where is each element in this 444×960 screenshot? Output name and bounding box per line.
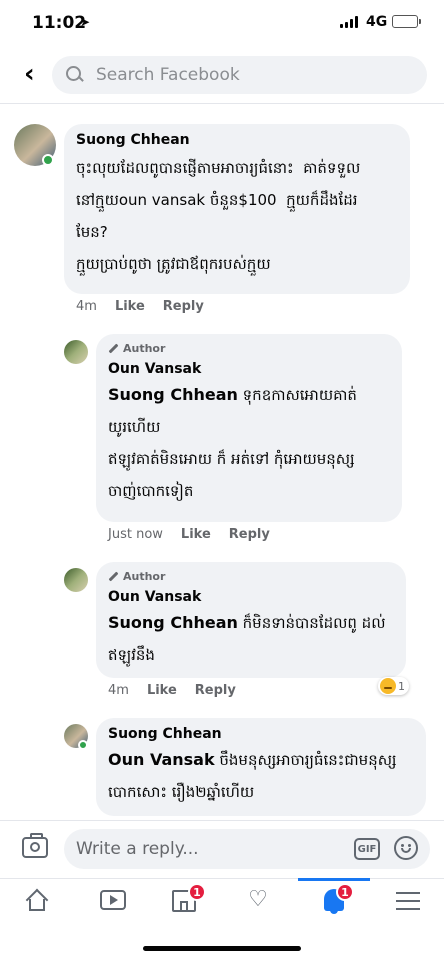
camera-icon[interactable] bbox=[22, 833, 48, 858]
author-badge: Author bbox=[108, 570, 394, 583]
online-indicator bbox=[42, 154, 54, 166]
location-arrow-icon: ➤ bbox=[80, 15, 91, 29]
comment-actions: Just now Like Reply bbox=[108, 527, 270, 542]
comment-text: Suong Chhean ទុកឧកាសអោយគាត់ យូរហើយ ឥឡូវគ… bbox=[108, 385, 357, 500]
emoji-icon[interactable] bbox=[394, 836, 418, 860]
comment-author[interactable]: Oun Vansak bbox=[108, 361, 390, 377]
sad-reaction-icon bbox=[380, 678, 396, 694]
avatar[interactable] bbox=[64, 340, 88, 364]
reaction-count[interactable]: 1 bbox=[378, 677, 409, 695]
tab-bar: 1 ♡ 1 bbox=[0, 878, 444, 922]
like-button[interactable]: Like bbox=[147, 683, 177, 698]
comment-bubble: Suong Chhean ចុះលុយដែលពូបានផ្ញើតាមអាចារ្… bbox=[64, 124, 410, 294]
comment-time: 4m bbox=[108, 683, 129, 698]
battery-icon bbox=[392, 15, 421, 28]
comment-actions: 4m Like Reply bbox=[76, 299, 204, 314]
marketplace-badge: 1 bbox=[188, 883, 206, 901]
reply-button[interactable]: Reply bbox=[195, 683, 236, 698]
reply-placeholder: Write a reply... bbox=[76, 839, 199, 859]
comment-bubble: Author Oun Vansak Suong Chhean ទុកឧកាសអោ… bbox=[96, 334, 402, 522]
tab-watch[interactable] bbox=[74, 879, 146, 923]
like-button[interactable]: Like bbox=[115, 299, 145, 314]
heart-icon: ♡ bbox=[248, 887, 268, 912]
online-indicator bbox=[78, 740, 88, 750]
comment-author[interactable]: Suong Chhean bbox=[108, 726, 414, 742]
network-type: 4G bbox=[366, 14, 388, 30]
tab-notifications[interactable]: 1 bbox=[298, 878, 370, 923]
reply-button[interactable]: Reply bbox=[163, 299, 204, 314]
comment-author[interactable]: Oun Vansak bbox=[108, 589, 394, 605]
search-header: ‹ Search Facebook bbox=[0, 46, 444, 104]
tab-home[interactable] bbox=[0, 879, 72, 923]
pencil-icon bbox=[108, 571, 119, 582]
back-arrow-icon[interactable]: ‹ bbox=[24, 60, 35, 88]
tab-marketplace[interactable]: 1 bbox=[148, 879, 220, 923]
notifications-badge: 1 bbox=[336, 883, 354, 901]
like-button[interactable]: Like bbox=[181, 527, 211, 542]
comment-actions: 4m Like Reply bbox=[108, 683, 236, 698]
tab-menu[interactable] bbox=[372, 879, 444, 923]
comment-time: Just now bbox=[108, 527, 163, 542]
status-bar: 11:02 ➤ 4G bbox=[0, 0, 444, 46]
search-placeholder: Search Facebook bbox=[96, 65, 240, 85]
search-icon bbox=[66, 66, 84, 84]
signal-icon bbox=[340, 16, 358, 28]
tab-dating[interactable]: ♡ bbox=[222, 879, 294, 923]
status-time: 11:02 bbox=[32, 13, 87, 33]
author-badge: Author bbox=[108, 342, 390, 355]
reply-input[interactable]: Write a reply... GIF bbox=[64, 829, 430, 869]
mention-link[interactable]: Suong Chhean bbox=[108, 613, 238, 632]
reply-bar: Write a reply... GIF bbox=[0, 820, 444, 878]
home-icon bbox=[26, 891, 48, 911]
comment-text: Oun Vansak ចឹងមនុស្សអាចារ្យធំនេះជាមនុស្ស… bbox=[108, 750, 397, 801]
avatar[interactable] bbox=[64, 568, 88, 592]
menu-icon bbox=[396, 892, 420, 910]
search-input[interactable]: Search Facebook bbox=[52, 56, 427, 94]
mention-link[interactable]: Oun Vansak bbox=[108, 750, 215, 769]
comment-bubble: Author Oun Vansak Suong Chhean ក៏មិនទាន់… bbox=[96, 562, 406, 678]
comment-time: 4m bbox=[76, 299, 97, 314]
comment-text: ចុះលុយដែលពូបានផ្ញើតាមអាចារ្យធំនោះ គាត់ទទ… bbox=[76, 159, 361, 273]
reply-button[interactable]: Reply bbox=[229, 527, 270, 542]
mention-link[interactable]: Suong Chhean bbox=[108, 385, 238, 404]
comment-text: Suong Chhean ក៏មិនទាន់បានដែលពូ ដល់ ឥឡូវន… bbox=[108, 613, 386, 664]
pencil-icon bbox=[108, 343, 119, 354]
home-indicator bbox=[143, 946, 301, 951]
gif-icon[interactable]: GIF bbox=[354, 838, 380, 860]
comment-author[interactable]: Suong Chhean bbox=[76, 132, 398, 148]
video-icon bbox=[100, 890, 126, 910]
comment-bubble: Suong Chhean Oun Vansak ចឹងមនុស្សអាចារ្យ… bbox=[96, 718, 426, 816]
